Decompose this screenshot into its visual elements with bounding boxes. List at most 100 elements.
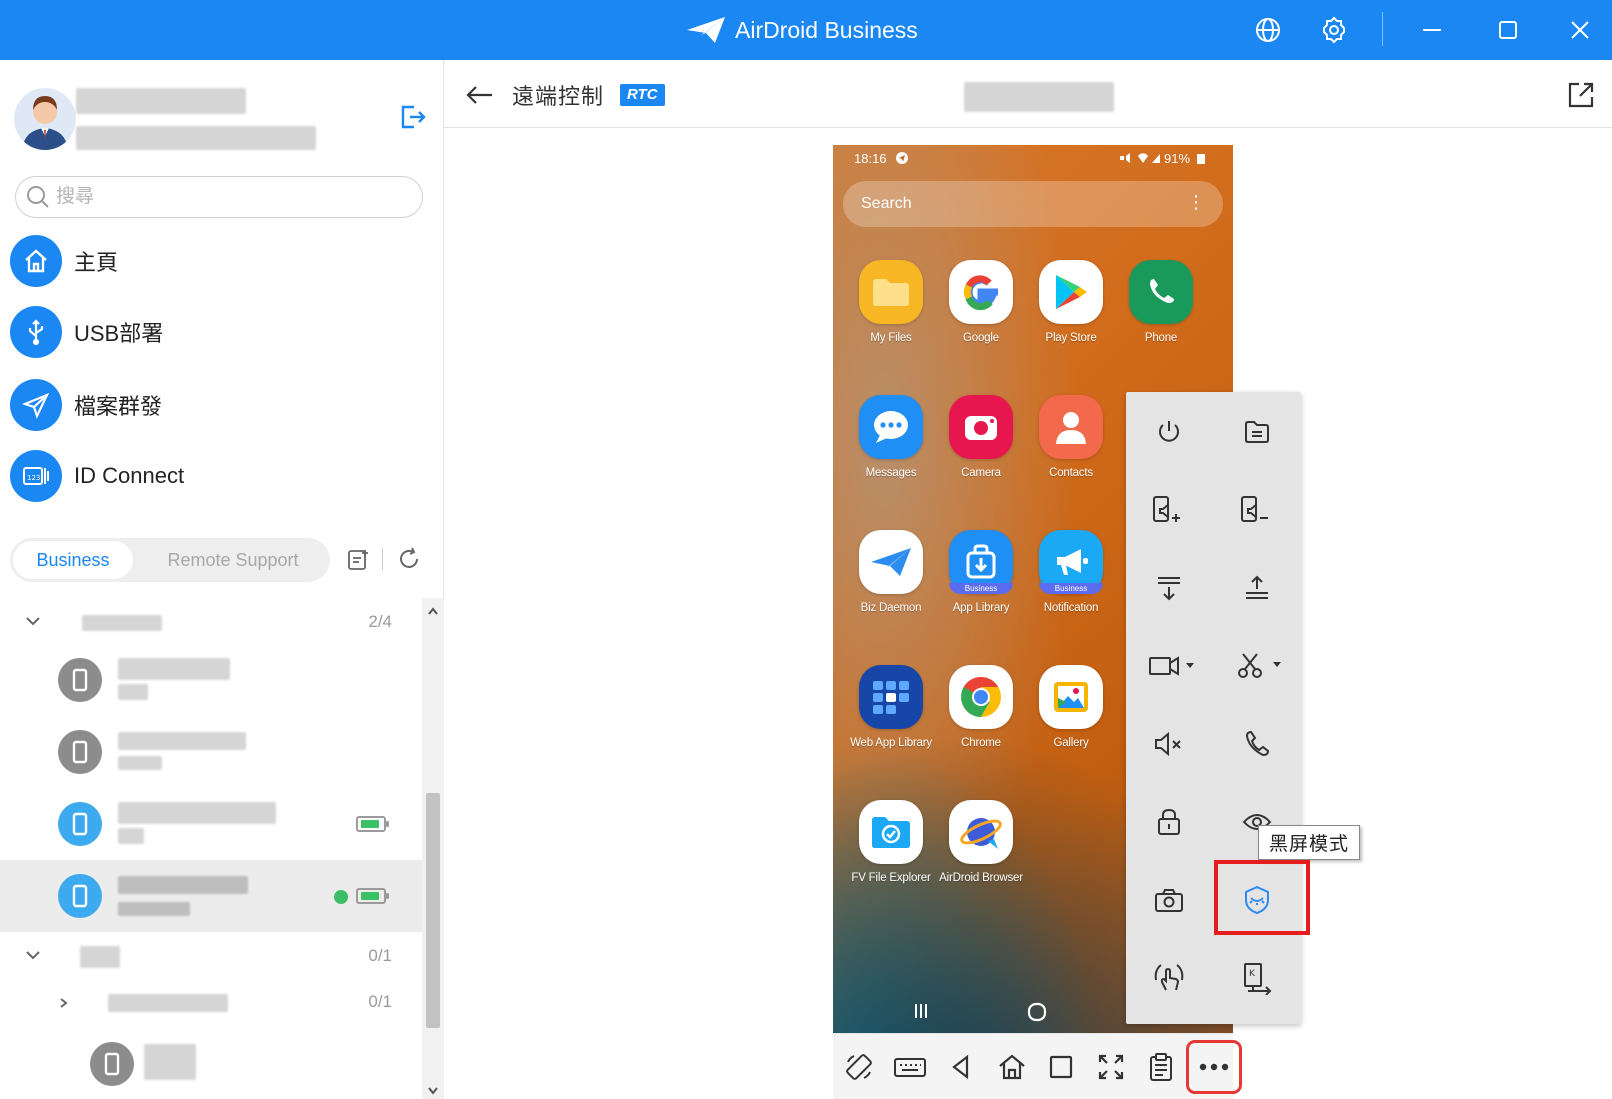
usb-icon xyxy=(10,306,62,358)
settings-gear-icon[interactable] xyxy=(1314,10,1354,50)
device-row[interactable] xyxy=(0,1028,422,1099)
keyboard-icon[interactable] xyxy=(888,1047,932,1087)
volume-down-icon[interactable] xyxy=(1229,482,1285,538)
device-row-selected[interactable] xyxy=(0,860,422,932)
app-label: Web App Library xyxy=(850,737,932,749)
device-subgroup[interactable]: 0/1 xyxy=(0,980,422,1024)
tab-remote-support[interactable]: Remote Support xyxy=(140,541,326,579)
nav-item-id-connect[interactable]: 123 ID Connect xyxy=(10,447,430,505)
app-play-store[interactable]: Play Store xyxy=(1024,260,1118,370)
home-nav-icon[interactable] xyxy=(990,1047,1034,1087)
id-connect-icon: 123 xyxy=(10,450,62,502)
touch-gesture-icon[interactable] xyxy=(1141,950,1197,1006)
app-label: Play Store xyxy=(1045,332,1097,344)
web-app-library-icon xyxy=(859,665,923,729)
user-avatar[interactable] xyxy=(14,88,76,150)
device-row[interactable] xyxy=(0,788,422,860)
scroll-down-icon[interactable] xyxy=(427,1086,439,1096)
back-nav-icon[interactable] xyxy=(939,1047,983,1087)
refresh-icon[interactable] xyxy=(392,542,426,576)
app-gallery[interactable]: Gallery xyxy=(1024,665,1118,775)
recent-apps-icon[interactable] xyxy=(911,1001,931,1021)
app-biz-daemon[interactable]: Biz Daemon xyxy=(844,530,938,640)
device-row[interactable] xyxy=(0,644,422,716)
send-icon xyxy=(10,379,62,431)
app-notification[interactable]: Business Notification xyxy=(1024,530,1118,640)
app-label: FV File Explorer xyxy=(851,872,931,884)
app-phone[interactable]: Phone xyxy=(1114,260,1208,370)
volume-up-icon[interactable] xyxy=(1141,482,1197,538)
device-type-segmented-control: Business Remote Support xyxy=(10,538,330,582)
phone-call-icon xyxy=(1129,260,1193,324)
user-email-redacted xyxy=(76,126,316,150)
app-label: Notification xyxy=(1043,602,1099,614)
scroll-up-icon[interactable] xyxy=(427,606,439,616)
fullscreen-icon[interactable] xyxy=(1089,1047,1133,1087)
close-window-icon[interactable] xyxy=(1560,10,1600,50)
logout-icon[interactable] xyxy=(398,102,428,132)
device-group[interactable]: 0/1 xyxy=(0,934,422,978)
app-label: Camera xyxy=(961,467,1001,479)
back-arrow-icon[interactable] xyxy=(462,77,498,113)
nav-label-home: 主頁 xyxy=(74,250,119,275)
tab-business[interactable]: Business xyxy=(13,541,133,579)
minimize-window-icon[interactable] xyxy=(1412,10,1452,50)
search-input[interactable] xyxy=(56,186,396,208)
app-camera[interactable]: Camera xyxy=(934,395,1028,505)
lock-screen-icon[interactable] xyxy=(1141,794,1197,850)
app-library-icon: Business xyxy=(949,530,1013,594)
business-badge: Business xyxy=(949,583,1013,594)
app-contacts[interactable]: Contacts xyxy=(1024,395,1118,505)
battery-percent: 91% xyxy=(1164,151,1191,166)
folder-icon xyxy=(859,260,923,324)
screenshot-scissors-icon[interactable] xyxy=(1229,638,1293,694)
mute-icon[interactable] xyxy=(1141,716,1197,772)
gallery-icon xyxy=(1039,665,1103,729)
push-up-notification-icon[interactable] xyxy=(1229,560,1285,616)
power-icon[interactable] xyxy=(1141,404,1197,460)
chevron-right-icon[interactable] xyxy=(58,996,70,1010)
app-chrome[interactable]: Chrome xyxy=(934,665,1028,775)
sidebar-scrollbar[interactable] xyxy=(422,598,444,1099)
pull-down-notification-icon[interactable] xyxy=(1141,560,1197,616)
app-fv-file-explorer[interactable]: FV File Explorer xyxy=(844,800,938,910)
file-manager-icon[interactable] xyxy=(1229,404,1285,460)
clipboard-icon[interactable] xyxy=(1139,1047,1183,1087)
more-vertical-icon[interactable]: ⋮ xyxy=(1187,193,1205,211)
device-name-redacted xyxy=(118,732,246,750)
chevron-down-icon[interactable] xyxy=(24,948,42,962)
app-app-library[interactable]: Business App Library xyxy=(934,530,1028,640)
popout-window-icon[interactable] xyxy=(1566,80,1596,110)
recents-nav-icon[interactable] xyxy=(1039,1047,1083,1087)
app-google[interactable]: Google xyxy=(934,260,1028,370)
screen-record-icon[interactable] xyxy=(1141,638,1205,694)
user-name-redacted xyxy=(76,88,246,114)
device-row[interactable] xyxy=(0,716,422,788)
kiosk-exit-icon[interactable]: K xyxy=(1229,950,1285,1006)
more-options-button[interactable] xyxy=(1186,1040,1242,1094)
maximize-window-icon[interactable] xyxy=(1488,10,1528,50)
rotate-screen-icon[interactable] xyxy=(837,1047,881,1087)
add-group-icon[interactable] xyxy=(342,542,376,576)
camera-capture-icon[interactable] xyxy=(1141,872,1197,928)
battery-icon xyxy=(356,816,389,832)
app-my-files[interactable]: My Files xyxy=(844,260,938,370)
nav-item-usb[interactable]: USB部署 xyxy=(10,303,430,361)
airdroid-logo-icon xyxy=(687,17,725,43)
phone-search-bar[interactable]: Search ⋮ xyxy=(843,181,1223,227)
app-airdroid-browser[interactable]: AirDroid Browser xyxy=(934,800,1028,910)
home-circle-icon[interactable] xyxy=(1026,1001,1048,1023)
notification-megaphone-icon: Business xyxy=(1039,530,1103,594)
app-web-app-library[interactable]: Web App Library xyxy=(844,665,938,775)
scrollbar-thumb[interactable] xyxy=(426,793,440,1028)
rtc-badge: RTC xyxy=(620,84,665,106)
app-messages[interactable]: Messages xyxy=(844,395,938,505)
sidebar-search[interactable] xyxy=(15,176,423,218)
voice-call-icon[interactable] xyxy=(1229,716,1285,772)
nav-item-file-transfer[interactable]: 檔案群發 xyxy=(10,376,430,434)
device-group[interactable]: 2/4 xyxy=(0,600,422,644)
phone-device-icon xyxy=(58,802,102,846)
language-globe-icon[interactable] xyxy=(1248,10,1288,50)
nav-item-home[interactable]: 主頁 xyxy=(10,232,430,290)
chevron-down-icon[interactable] xyxy=(24,614,42,628)
